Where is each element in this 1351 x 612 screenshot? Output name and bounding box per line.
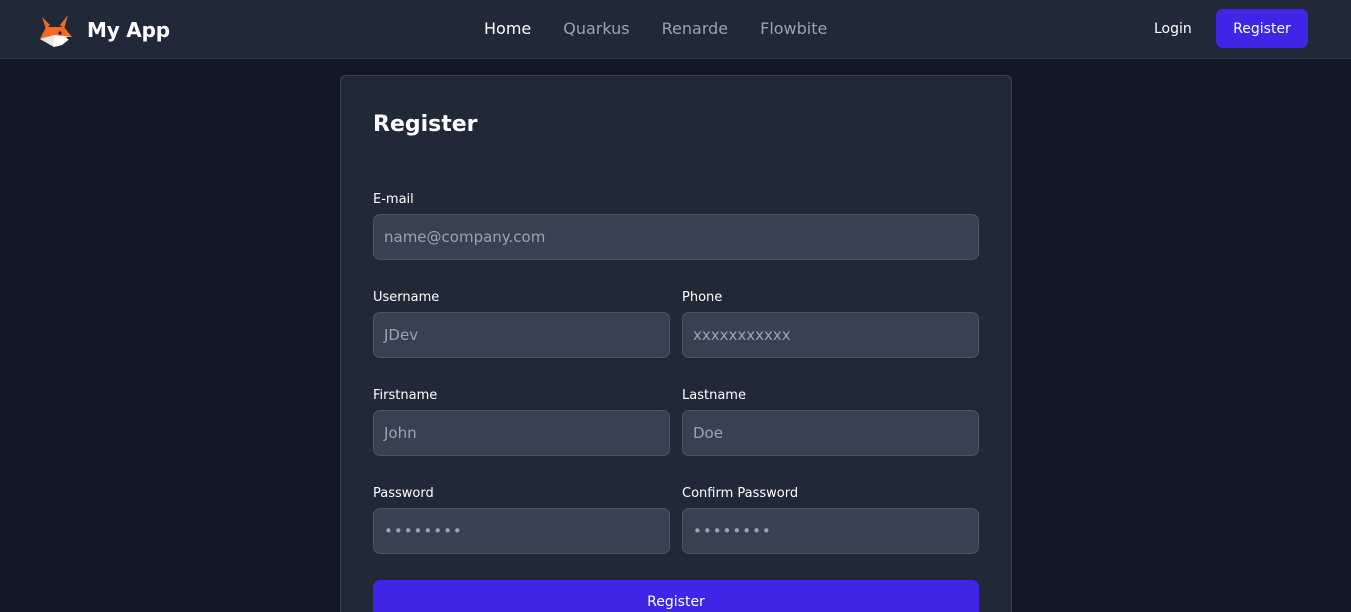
username-field[interactable]: JDev (373, 312, 670, 358)
brand-name: My App (87, 18, 170, 42)
confirm-password-field-group: Confirm Password •••••••• (682, 486, 979, 554)
phone-label: Phone (682, 290, 723, 305)
nav-quarkus[interactable]: Quarkus (563, 19, 629, 39)
confirm-password-field[interactable]: •••••••• (682, 508, 979, 554)
firstname-label: Firstname (373, 388, 438, 403)
lastname-field[interactable]: Doe (682, 410, 979, 456)
username-label: Username (373, 290, 440, 305)
top-navbar: My App Home Quarkus Renarde Flowbite Log… (0, 0, 1351, 59)
lastname-field-group: Lastname Doe (682, 388, 979, 456)
nav-home[interactable]: Home (484, 19, 531, 39)
page-title: Register (373, 112, 478, 137)
nav-renarde[interactable]: Renarde (662, 19, 728, 39)
username-field-group: Username JDev (373, 290, 670, 358)
phone-field[interactable]: xxxxxxxxxxx (682, 312, 979, 358)
email-field-group: E-mail name@company.com (373, 192, 979, 260)
firstname-field-group: Firstname John (373, 388, 670, 456)
firstname-field[interactable]: John (373, 410, 670, 456)
phone-field-group: Phone xxxxxxxxxxx (682, 290, 979, 358)
email-field[interactable]: name@company.com (373, 214, 979, 260)
nav-flowbite[interactable]: Flowbite (760, 19, 827, 39)
login-link[interactable]: Login (1154, 20, 1192, 38)
password-field[interactable]: •••••••• (373, 508, 670, 554)
fox-logo-icon (36, 11, 74, 49)
header-register-button[interactable]: Register (1216, 9, 1308, 48)
register-submit-button[interactable]: Register (373, 580, 979, 612)
password-label: Password (373, 486, 434, 501)
password-field-group: Password •••••••• (373, 486, 670, 554)
confirm-password-label: Confirm Password (682, 486, 799, 501)
register-card: Register E-mail name@company.com Usernam… (340, 75, 1012, 612)
main-nav: Home Quarkus Renarde Flowbite (484, 19, 859, 39)
brand[interactable]: My App (36, 11, 170, 49)
email-label: E-mail (373, 192, 414, 207)
lastname-label: Lastname (682, 388, 746, 403)
